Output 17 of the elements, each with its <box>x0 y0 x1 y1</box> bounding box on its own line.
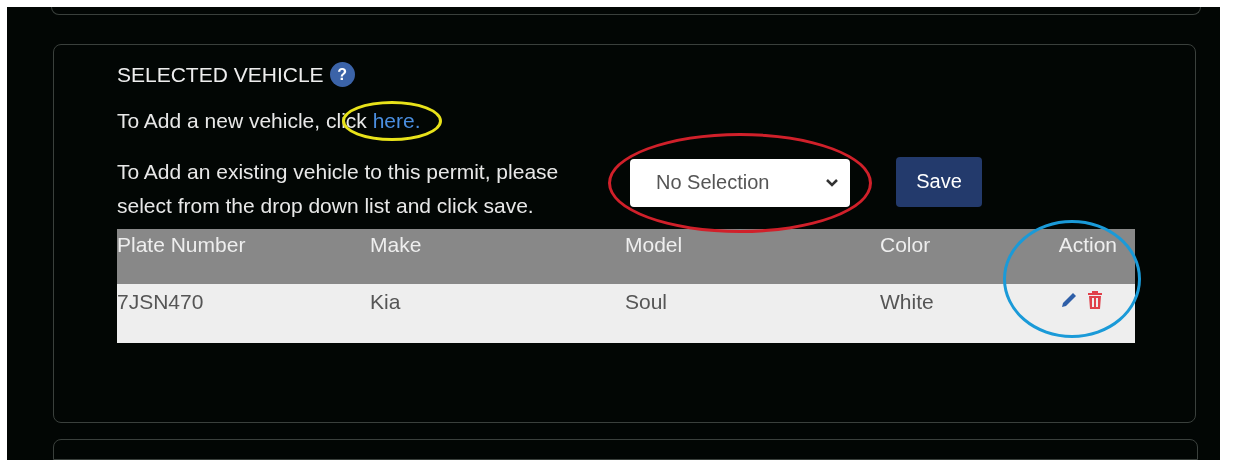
here-link[interactable]: here. <box>372 108 421 132</box>
column-header: Model <box>625 232 683 256</box>
column-header: Make <box>370 232 422 256</box>
help-icon[interactable]: ? <box>329 62 355 88</box>
table-cell: Soul <box>625 283 880 343</box>
column-header: Action <box>1058 232 1117 257</box>
column-header: Color <box>880 232 931 256</box>
save-button[interactable]: Save <box>896 156 982 207</box>
table-cell: Kia <box>370 283 625 343</box>
section-title: SELECTED VEHICLE <box>117 62 324 87</box>
delete-icon[interactable] <box>1087 289 1103 310</box>
caret-icon <box>826 178 838 187</box>
table-cell: White <box>880 283 1000 343</box>
vehicle-select[interactable]: No Selection <box>630 158 850 207</box>
instructions-text: To Add an existing vehicle to this permit, please select from the drop down list and click save. <box>117 158 560 219</box>
column-header: Plate Number <box>117 232 246 256</box>
table-cell: 7JSN470 <box>117 283 370 343</box>
